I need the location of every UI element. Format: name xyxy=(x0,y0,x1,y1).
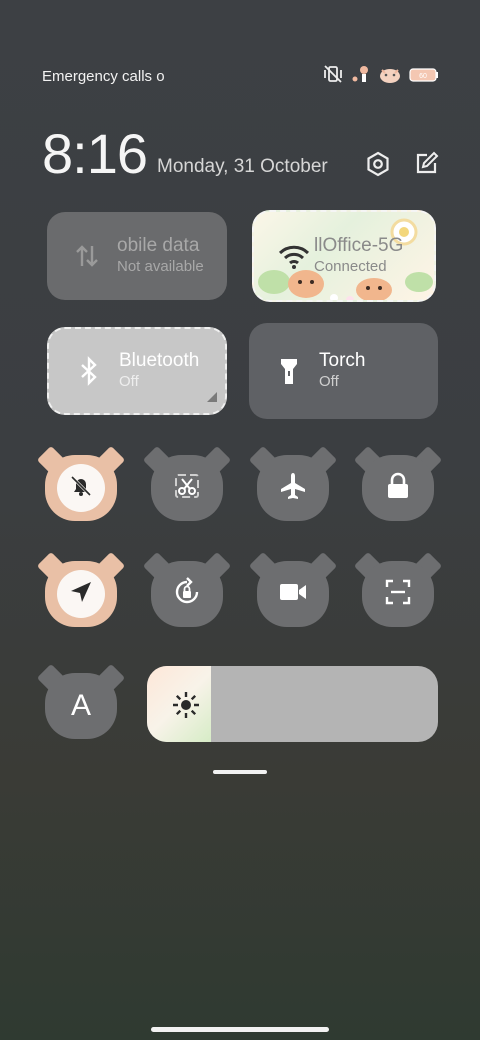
edit-icon[interactable] xyxy=(412,150,440,178)
location-toggle-inner xyxy=(57,570,105,618)
sticker-icon xyxy=(378,64,402,89)
clock-date: Monday, 31 October xyxy=(157,156,328,177)
navigation-icon xyxy=(68,579,94,610)
silent-toggle-inner xyxy=(57,464,105,512)
wifi-icon xyxy=(274,242,314,270)
status-text: Emergency calls o xyxy=(42,67,164,85)
brightness-slider[interactable] xyxy=(147,666,438,742)
swap-vert-icon xyxy=(67,242,107,270)
expand-corner-icon xyxy=(207,389,217,407)
flashlight-icon xyxy=(269,356,309,386)
bluetooth-text: Bluetooth Off xyxy=(119,350,199,392)
vibrate-icon xyxy=(322,64,344,89)
toggle-ear xyxy=(353,551,383,581)
torch-text: Torch Off xyxy=(319,350,365,392)
settings-icon[interactable] xyxy=(364,150,392,178)
home-gesture-bar[interactable] xyxy=(151,1027,329,1032)
bell-off-icon xyxy=(68,473,94,504)
page-indicator xyxy=(213,770,267,774)
rotation-lock-icon xyxy=(172,576,202,612)
airplane-icon xyxy=(278,471,308,506)
mobile-data-text: obile data Not available xyxy=(117,235,204,277)
silent-toggle[interactable] xyxy=(36,445,126,521)
location-toggle[interactable] xyxy=(36,551,126,627)
sticker-icon xyxy=(350,64,372,89)
toggle-ear xyxy=(308,551,338,581)
screen-record-toggle[interactable] xyxy=(248,551,338,627)
wifi-tile[interactable]: llOffice-5G Connected xyxy=(252,210,436,302)
font-toggle[interactable]: A xyxy=(36,663,126,739)
mobile-data-label: obile data xyxy=(117,235,200,256)
torch-tile[interactable]: Torch Off xyxy=(249,323,438,419)
toggle-ear xyxy=(36,445,66,475)
scan-icon xyxy=(384,578,412,611)
status-icons: 60 xyxy=(322,64,440,89)
letter-a-icon: A xyxy=(70,689,91,722)
toggle-ear xyxy=(202,445,232,475)
bluetooth-icon xyxy=(69,356,109,386)
lock-icon xyxy=(385,472,411,505)
lock-toggle[interactable] xyxy=(353,445,443,521)
brightness-icon xyxy=(171,690,201,725)
wifi-status: Connected xyxy=(314,258,387,275)
scissors-icon xyxy=(173,472,201,505)
toggle-ear xyxy=(142,551,172,581)
bluetooth-tile[interactable]: Bluetooth Off xyxy=(47,327,227,415)
wifi-label: llOffice-5G xyxy=(314,235,404,256)
toggle-ear xyxy=(142,445,172,475)
torch-label: Torch xyxy=(319,350,366,371)
toggle-ear xyxy=(96,663,126,693)
toggle-ear xyxy=(353,445,383,475)
battery-icon: 60 xyxy=(408,64,440,89)
clock-actions xyxy=(364,150,440,178)
svg-text:60: 60 xyxy=(419,73,427,80)
toggle-ear xyxy=(96,445,126,475)
toggle-ear xyxy=(413,445,443,475)
status-bar: Emergency calls o 60 xyxy=(42,64,440,88)
toggle-ear xyxy=(248,551,278,581)
mobile-data-status: Not available xyxy=(117,258,204,275)
toggle-ear xyxy=(202,551,232,581)
clock-row: 8:16 Monday, 31 October xyxy=(42,122,440,182)
toggle-ear xyxy=(36,663,66,693)
toggle-ear xyxy=(248,445,278,475)
screenshot-toggle[interactable] xyxy=(142,445,232,521)
clock-time: 8:16 xyxy=(42,122,148,185)
toggle-ear xyxy=(96,551,126,581)
torch-status: Off xyxy=(319,373,339,390)
wifi-text: llOffice-5G Connected xyxy=(314,235,403,277)
airplane-toggle[interactable] xyxy=(248,445,338,521)
toggle-ear xyxy=(36,551,66,581)
mobile-data-tile[interactable]: obile data Not available xyxy=(47,212,227,300)
video-icon xyxy=(278,581,308,608)
bluetooth-label: Bluetooth xyxy=(119,350,200,371)
scanner-toggle[interactable] xyxy=(353,551,443,627)
toggle-ear xyxy=(413,551,443,581)
toggle-ear xyxy=(308,445,338,475)
bluetooth-status: Off xyxy=(119,373,139,390)
rotation-toggle[interactable] xyxy=(142,551,232,627)
